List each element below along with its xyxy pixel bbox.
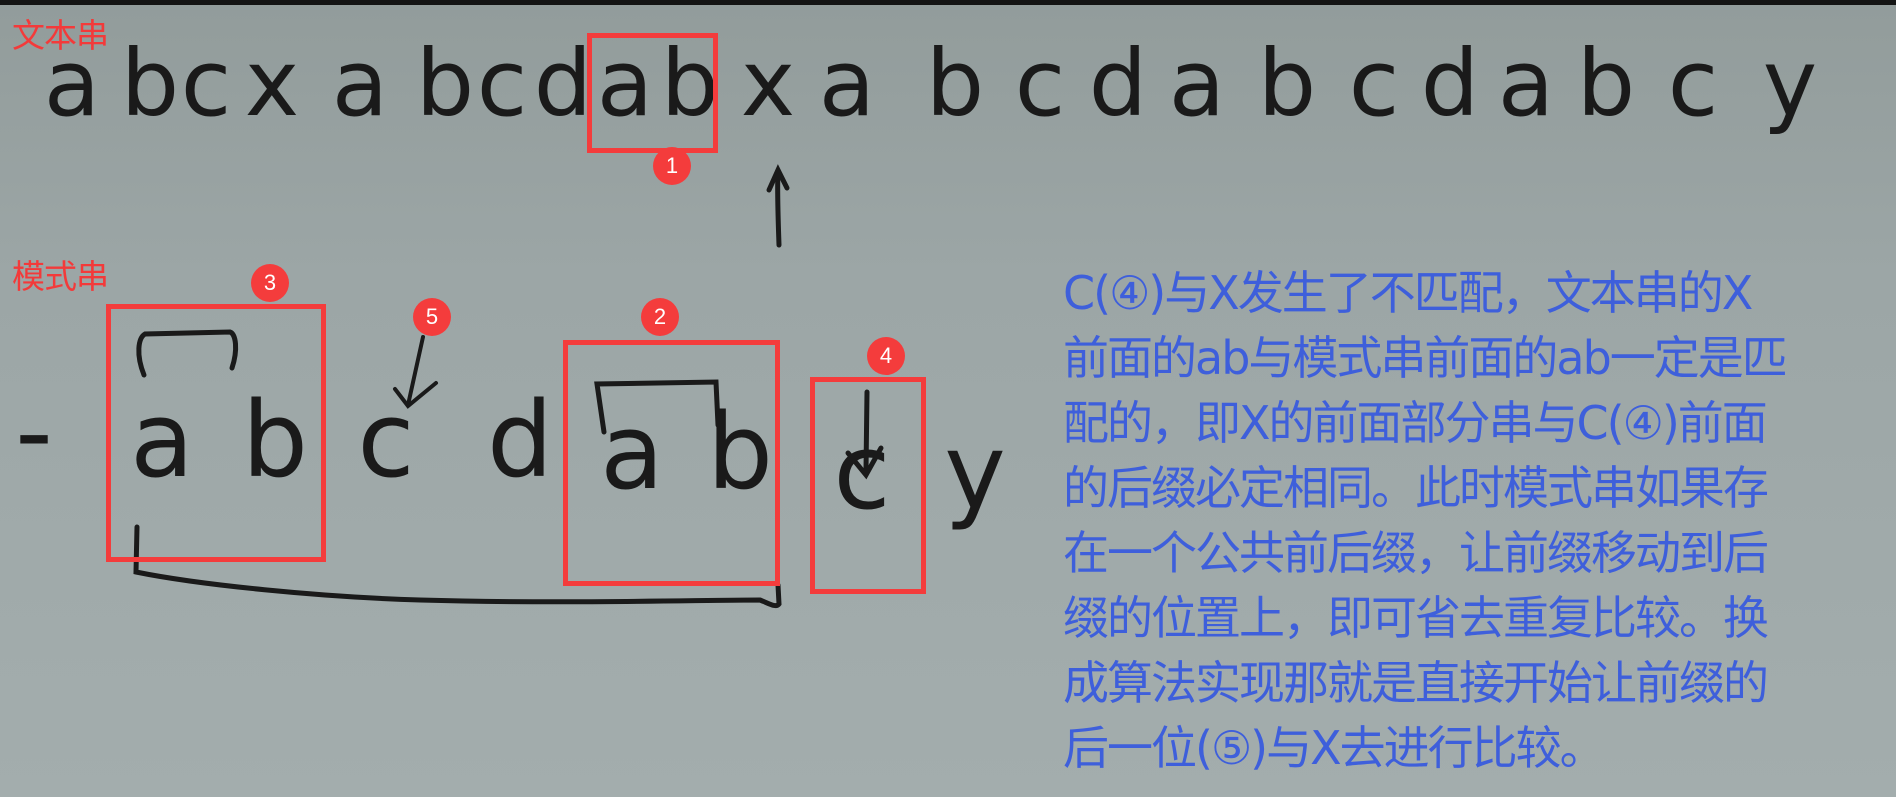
- explanation-line: 在一个公共前后缀，让前缀移动到后: [1063, 526, 1769, 580]
- explanation-line: 后一位(⑤)与X去进行比较。: [1063, 721, 1606, 775]
- text-char: b: [925, 30, 985, 137]
- explanation-line: 配的，即X的前面部分串与C(④)前面: [1063, 396, 1768, 450]
- explanation-line: 缀的位置上，即可省去重复比较。换: [1063, 591, 1769, 645]
- text-char: a: [1168, 30, 1226, 137]
- pattern-suffix-box-2: [563, 340, 780, 586]
- text-char: y: [1762, 30, 1818, 137]
- pattern-char-next: c: [357, 379, 415, 501]
- text-char: a: [818, 30, 876, 137]
- explanation-line: 的后缀必定相同。此时模式串如果存: [1063, 461, 1769, 515]
- text-char-mismatch: x: [740, 30, 796, 137]
- text-char: d: [1420, 30, 1480, 137]
- badge-2: 2: [641, 298, 679, 336]
- top-bar: [0, 0, 1896, 5]
- text-char: a: [1497, 30, 1555, 137]
- text-prefix-box-1: [587, 33, 718, 153]
- pattern-mismatch-box-4: [810, 377, 926, 594]
- pattern-char: y: [944, 411, 1006, 533]
- text-char: c: [180, 30, 232, 137]
- text-char: d: [533, 30, 593, 137]
- explanation-line: 成算法实现那就是直接开始让前缀的: [1063, 656, 1769, 710]
- mismatch-pointer-arrow-icon: [766, 164, 790, 248]
- text-char: b: [1257, 30, 1317, 137]
- text-char: b: [1576, 30, 1636, 137]
- pattern-char: d: [486, 379, 554, 501]
- pattern-string-label: 模式串: [12, 257, 109, 296]
- text-char: x: [244, 30, 300, 137]
- badge-5: 5: [413, 298, 451, 336]
- explanation-text: C(④)与X发生了不匹配，文本串的X 前面的ab与模式串前面的ab一定是匹 配的…: [1063, 261, 1893, 781]
- text-char: d: [1088, 30, 1148, 137]
- pattern-dash: -: [15, 371, 53, 493]
- text-char: c: [1014, 30, 1066, 137]
- badge-1: 1: [653, 147, 691, 185]
- text-char: b: [120, 30, 180, 137]
- text-char: a: [331, 30, 389, 137]
- text-char: c: [1348, 30, 1400, 137]
- explanation-line: 前面的ab与模式串前面的ab一定是匹: [1063, 331, 1788, 385]
- badge-4: 4: [867, 337, 905, 375]
- explanation-line: C(④)与X发生了不匹配，文本串的X: [1063, 266, 1753, 320]
- text-char: c: [476, 30, 528, 137]
- text-char: b: [415, 30, 475, 137]
- text-char: a: [43, 30, 101, 137]
- text-char: c: [1667, 30, 1719, 137]
- badge-3: 3: [251, 264, 289, 302]
- pattern-prefix-box-3: [106, 304, 326, 562]
